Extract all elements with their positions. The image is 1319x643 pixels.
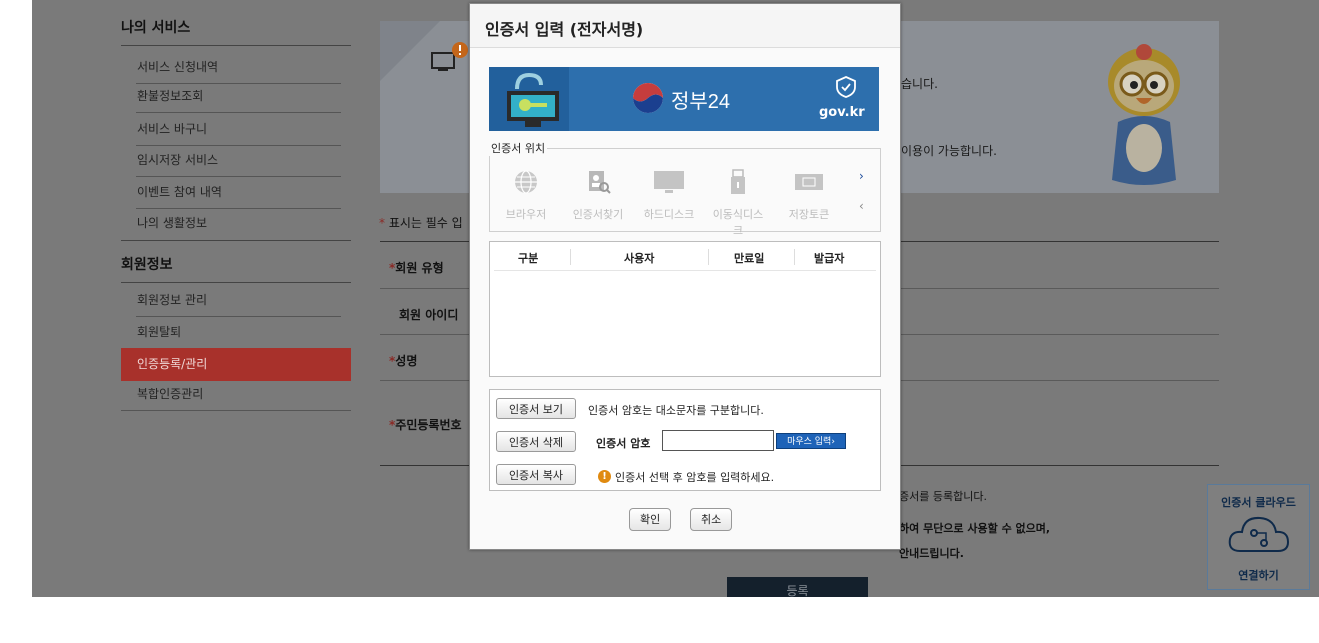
notice-text-3: 안내드립니다. [899,547,964,560]
sidebar-item-refund[interactable]: 환불정보조회 [121,80,351,113]
sidebar-item-label: 인증등록/관리 [137,357,208,371]
sidebar-item-label: 환불정보조회 [137,89,204,103]
location-label: 하드디스크 [643,208,695,221]
sidebar-item-life-info[interactable]: 나의 생활정보 [121,207,351,240]
password-label: 인증서 암호 [596,437,651,450]
sidebar-item-label: 회원정보 관리 [137,293,208,307]
next-arrow-icon[interactable]: › [859,169,864,183]
sidebar-item-events[interactable]: 이벤트 참여 내역 [121,176,351,209]
location-browser[interactable]: 브라우저 [497,169,555,222]
header-separator [794,249,795,265]
col-type: 구분 [518,252,539,265]
cloud-connect-label: 연결하기 [1238,569,1279,582]
required-note-text: 표시는 필수 입 [388,216,463,230]
sidebar-divider [121,410,351,411]
dialog-header: 인증서 입력 (전자서명) [470,4,900,48]
cert-location-group: 브라우저 인증서찾기 하드디스크 이동식디스크 저장토큰 › ‹ [489,148,881,237]
label-name: *성명 [389,352,417,369]
cancel-button[interactable]: 취소 [690,508,733,531]
sidebar-item-cert-manage[interactable]: 인증등록/관리 [121,348,351,381]
cert-table: 구분 사용자 만료일 발급자 [489,241,881,377]
location-cert-search[interactable]: 인증서찾기 [569,169,627,222]
cloud-connect-icon [1228,516,1290,552]
sidebar-item-cart[interactable]: 서비스 바구니 [121,113,351,146]
notice-text-1: 증서를 등록합니다. [899,490,987,503]
copy-cert-button[interactable]: 인증서 복사 [496,464,576,485]
password-hint: 인증서 선택 후 암호를 입력하세요. [615,471,775,484]
view-cert-button[interactable]: 인증서 보기 [496,398,576,419]
location-label: 브라우저 [505,208,547,221]
header-separator [570,249,571,265]
gov-domain: gov.kr [819,105,865,120]
col-expiry: 만료일 [734,252,765,265]
label-member-type: *회원 유형 [389,259,444,276]
header-separator [708,249,709,265]
dialog-title: 인증서 입력 (전자서명) [485,20,644,39]
cert-password-panel: 인증서 보기 인증서 암호는 대소문자를 구분합니다. 인증서 삭제 인증서 암… [489,389,881,491]
sidebar-item-label: 임시저장 서비스 [137,153,219,167]
header-bottom-line [494,270,876,271]
col-user: 사용자 [624,252,655,265]
col-issuer: 발급자 [814,252,845,265]
sidebar-item-label: 이벤트 참여 내역 [137,185,222,199]
mouse-input-button[interactable]: 마우스 입력› [776,433,846,449]
password-input[interactable] [662,430,774,451]
gov24-brand: 정부24 [671,91,731,113]
sidebar-item-label: 복합인증관리 [137,387,204,401]
sidebar-member-title: 회원정보 [121,257,173,273]
computer-alert-icon [431,42,468,71]
cloud-title: 인증서 클라우드 [1221,496,1296,509]
shield-check-icon [836,76,856,98]
confirm-button[interactable]: 확인 [629,508,672,531]
banner-text-1: 습니다. [901,77,938,91]
token-icon [795,174,823,190]
monitor-icon [654,171,684,193]
required-mark: * [379,216,385,230]
location-legend: 인증서 위치 [489,140,548,156]
sidebar-divider [121,240,351,241]
label-member-id: 회원 아이디 [399,308,459,322]
mascot-image [1108,44,1180,185]
case-notice: 인증서 암호는 대소문자를 구분합니다. [588,404,764,417]
required-note: * 표시는 필수 입 [379,214,463,231]
label-text: 성명 [395,354,418,368]
warning-icon: ! [598,470,611,483]
page: 나의 서비스 서비스 신청내역 환불정보조회 서비스 바구니 임시저장 서비스 … [0,0,1319,643]
cert-search-icon [589,171,611,194]
notice-text-2: 하여 무단으로 사용할 수 없으며, [899,522,1051,535]
cert-cloud-widget[interactable]: 인증서 클라우드 연결하기 [1207,484,1310,590]
sidebar-divider [121,45,351,46]
banner-text-2: 이용이 가능합니다. [901,144,997,158]
sidebar-item-member-manage[interactable]: 회원정보 관리 [121,284,351,317]
location-removable[interactable]: 이동식디스크 [709,169,767,238]
sidebar-service-title: 나의 서비스 [121,20,191,36]
prev-arrow-icon[interactable]: ‹ [859,199,864,213]
delete-cert-button[interactable]: 인증서 삭제 [496,431,576,452]
sidebar-item-label: 서비스 바구니 [137,122,208,136]
security-key-icon [507,72,559,127]
label-text: 주민등록번호 [395,418,462,432]
location-label: 이동식디스크 [712,208,764,237]
gov-logo-icon [633,83,663,113]
sidebar-item-label: 나의 생활정보 [137,216,208,230]
label-text: 회원 유형 [395,261,444,275]
globe-icon [515,170,537,194]
cert-dialog: 인증서 입력 (전자서명) 정부24 gov.kr 브라우저 인증서찾기 하드디… [469,3,901,550]
location-harddisk[interactable]: 하드디스크 [640,169,698,222]
location-label: 인증서찾기 [572,208,624,221]
sidebar-divider [121,282,351,283]
location-token[interactable]: 저장토큰 [780,169,838,222]
usb-icon [731,169,745,194]
sidebar-item-composite-auth[interactable]: 복합인증관리 [121,378,351,411]
location-label: 저장토큰 [788,208,830,221]
register-button[interactable]: 등록 [727,577,868,598]
gov24-banner: 정부24 gov.kr [489,67,879,131]
sidebar-item-label: 회원탈퇴 [137,325,182,339]
sidebar-item-label: 서비스 신청내역 [137,60,219,74]
sidebar-item-temp-saved[interactable]: 임시저장 서비스 [121,144,351,177]
label-resident-number: *주민등록번호 [389,416,462,433]
sidebar-item-withdraw[interactable]: 회원탈퇴 [121,316,351,349]
